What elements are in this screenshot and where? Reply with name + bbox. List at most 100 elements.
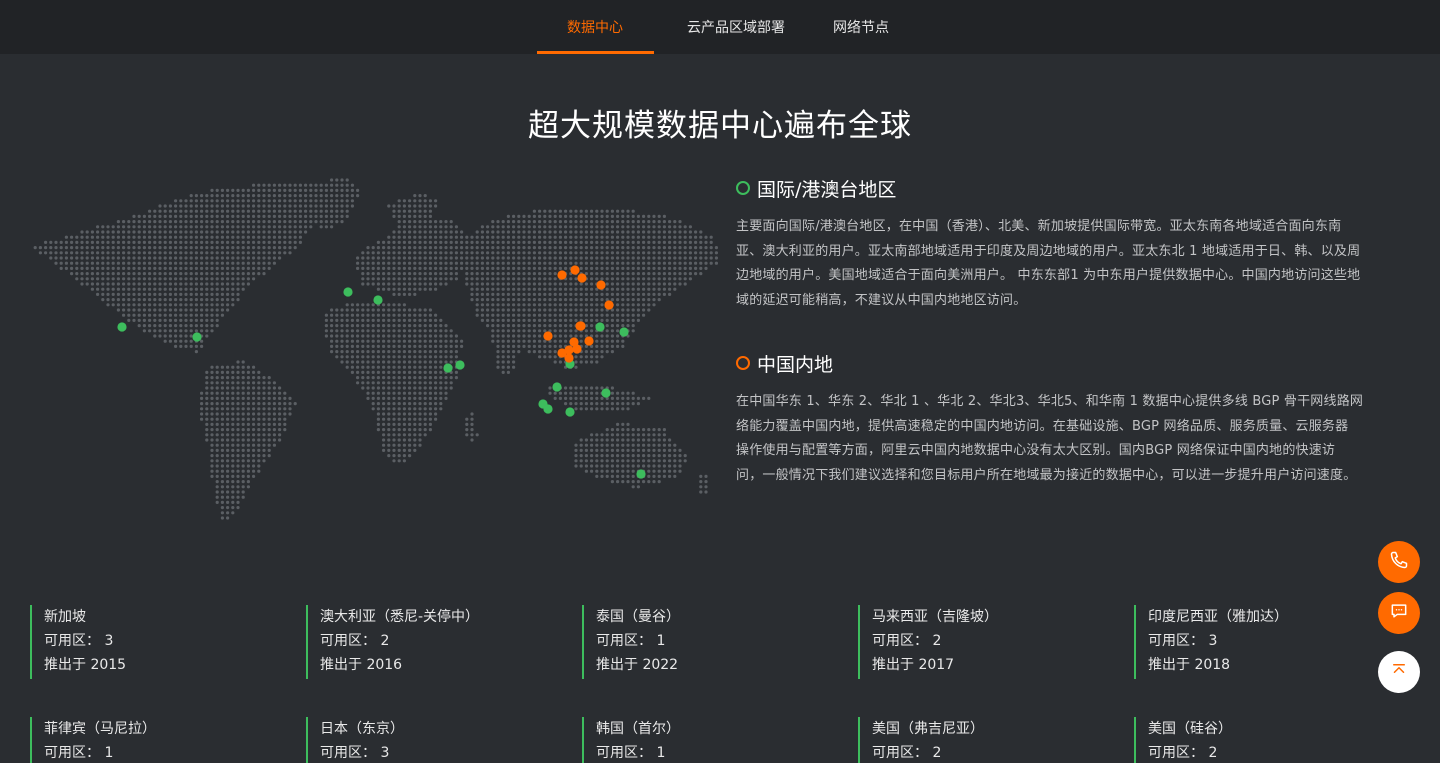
map-dot — [579, 282, 583, 286]
map-dot — [475, 256, 479, 260]
mainland-datacenter-marker[interactable] — [604, 300, 614, 310]
map-dot — [579, 266, 583, 270]
map-dot — [506, 365, 510, 369]
map-dot — [272, 188, 276, 192]
international-datacenter-marker[interactable] — [117, 322, 127, 332]
map-dot — [470, 272, 474, 276]
map-dot — [642, 240, 646, 244]
map-dot — [205, 376, 209, 380]
international-datacenter-marker[interactable] — [601, 388, 611, 398]
map-dot — [236, 459, 240, 463]
map-dot — [298, 220, 302, 224]
map-dot — [382, 318, 386, 322]
map-dot — [491, 287, 495, 291]
datacenter-card[interactable]: 韩国（首尔） 可用区： 1 — [582, 717, 822, 763]
international-datacenter-marker[interactable] — [619, 327, 629, 337]
top-nav: 数据中心 云产品区域部署 网络节点 — [0, 0, 1440, 54]
phone-button[interactable] — [1378, 541, 1420, 583]
map-dot — [439, 266, 443, 270]
map-dot — [252, 407, 256, 411]
mainland-datacenter-marker[interactable] — [557, 270, 567, 280]
map-dot — [439, 344, 443, 348]
map-dot — [543, 214, 547, 218]
mainland-datacenter-marker[interactable] — [543, 331, 553, 341]
map-dot — [392, 230, 396, 234]
map-dot — [189, 194, 193, 198]
map-dot — [579, 225, 583, 229]
international-datacenter-marker[interactable] — [455, 360, 465, 370]
map-dot — [236, 230, 240, 234]
map-dot — [226, 220, 230, 224]
datacenter-card[interactable]: 菲律宾（马尼拉） 可用区： 1 — [30, 717, 270, 763]
map-dot — [647, 230, 651, 234]
tab-network-nodes[interactable]: 网络节点 — [819, 0, 904, 54]
mainland-datacenter-marker[interactable] — [572, 344, 582, 354]
map-dot — [122, 292, 126, 296]
map-dot — [132, 235, 136, 239]
map-dot — [392, 417, 396, 421]
international-datacenter-marker[interactable] — [595, 322, 605, 332]
international-datacenter-marker[interactable] — [192, 332, 202, 342]
map-dot — [163, 334, 167, 338]
map-dot — [501, 308, 505, 312]
datacenter-card[interactable]: 泰国（曼谷） 可用区： 1 推出于 2022 — [582, 605, 822, 679]
datacenter-card[interactable]: 美国（硅谷） 可用区： 2 — [1134, 717, 1374, 763]
map-dot — [288, 412, 292, 416]
map-dot — [590, 308, 594, 312]
description-line: 在中国华东 1、华东 2、华北 1 、华北 2、华北3、华北5、和华南 1 数据… — [736, 394, 1364, 409]
description-line: 络能力覆盖中国内地，提供高速稳定的中国内地访问。在基础设施、BGP 网络品质、服… — [736, 418, 1349, 434]
map-dot — [496, 329, 500, 333]
map-dot — [257, 464, 261, 468]
map-dot — [538, 350, 542, 354]
map-dot — [402, 417, 406, 421]
international-datacenter-marker[interactable] — [373, 295, 383, 305]
international-datacenter-marker[interactable] — [552, 382, 562, 392]
map-dot — [387, 318, 391, 322]
map-dot — [236, 396, 240, 400]
datacenter-card[interactable]: 日本（东京） 可用区： 3 — [306, 717, 546, 763]
international-datacenter-marker[interactable] — [565, 407, 575, 417]
international-datacenter-marker[interactable] — [543, 404, 553, 414]
map-dot — [231, 381, 235, 385]
map-dot — [428, 282, 432, 286]
mainland-datacenter-marker[interactable] — [584, 336, 594, 346]
map-dot — [330, 214, 334, 218]
datacenter-card[interactable]: 印度尼西亚（雅加达） 可用区： 3 推出于 2018 — [1134, 605, 1374, 679]
map-dot — [163, 220, 167, 224]
tab-data-center[interactable]: 数据中心 — [536, 0, 654, 54]
mainland-datacenter-marker[interactable] — [577, 273, 587, 283]
map-dot — [590, 261, 594, 265]
map-dot — [569, 282, 573, 286]
mainland-datacenter-marker[interactable] — [576, 321, 586, 331]
map-dot — [148, 313, 152, 317]
datacenter-card[interactable]: 马来西亚（吉隆坡） 可用区： 2 推出于 2017 — [858, 605, 1098, 679]
datacenter-card[interactable]: 美国（弗吉尼亚） 可用区： 2 — [858, 717, 1098, 763]
chat-button[interactable] — [1378, 592, 1420, 634]
map-dot — [257, 370, 261, 374]
mainland-datacenter-marker[interactable] — [570, 265, 580, 275]
map-dot — [371, 313, 375, 317]
map-dot — [699, 240, 703, 244]
map-dot — [428, 313, 432, 317]
tab-cloud-product-regions[interactable]: 云产品区域部署 — [654, 0, 819, 54]
international-datacenter-marker[interactable] — [636, 469, 646, 479]
map-dot — [423, 272, 427, 276]
mainland-datacenter-marker[interactable] — [564, 353, 574, 363]
datacenter-card[interactable]: 新加坡 可用区： 3 推出于 2015 — [30, 605, 270, 679]
map-dot — [215, 251, 219, 255]
map-dot — [475, 251, 479, 255]
map-dot — [236, 266, 240, 270]
map-dot — [532, 334, 536, 338]
international-datacenter-marker[interactable] — [443, 363, 453, 373]
map-dot — [564, 308, 568, 312]
map-dot — [194, 246, 198, 250]
map-dot — [382, 433, 386, 437]
map-dot — [522, 230, 526, 234]
mainland-datacenter-marker[interactable] — [596, 280, 606, 290]
map-dot — [631, 454, 635, 458]
map-dot — [288, 407, 292, 411]
international-datacenter-marker[interactable] — [343, 287, 353, 297]
back-to-top-button[interactable] — [1378, 651, 1420, 693]
datacenter-card[interactable]: 澳大利亚（悉尼-关停中） 可用区： 2 推出于 2016 — [306, 605, 546, 679]
map-dot — [111, 298, 115, 302]
